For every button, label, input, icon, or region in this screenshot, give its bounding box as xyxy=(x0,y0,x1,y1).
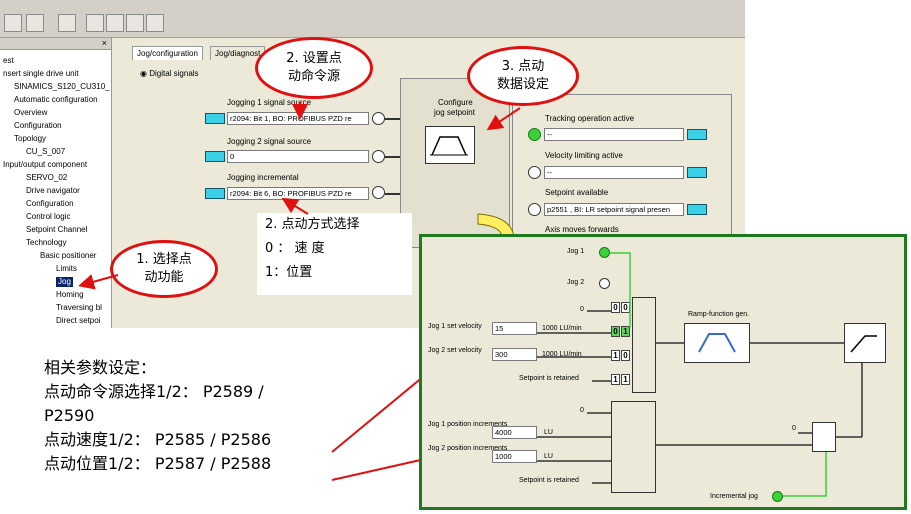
notes-line-command-2: P2590 xyxy=(44,406,95,425)
notes-line-position: 点动位置1/2： P2587 / P2588 xyxy=(44,454,272,473)
notes-line-command: 点动命令源选择1/2： P2589 / xyxy=(44,382,264,401)
parameter-notes: 相关参数设定： 点动命令源选择1/2： P2589 / P2590 点动速度1/… xyxy=(44,356,271,476)
diagram-wiring xyxy=(537,252,863,497)
jog-function-diagram: Jog 1 Jog 2 0 Jog 1 set velocity 15 1000… xyxy=(419,234,907,510)
notes-line-velocity: 点动速度1/2： P2585 / P2586 xyxy=(44,430,272,449)
notes-title: 相关参数设定： xyxy=(44,358,157,377)
